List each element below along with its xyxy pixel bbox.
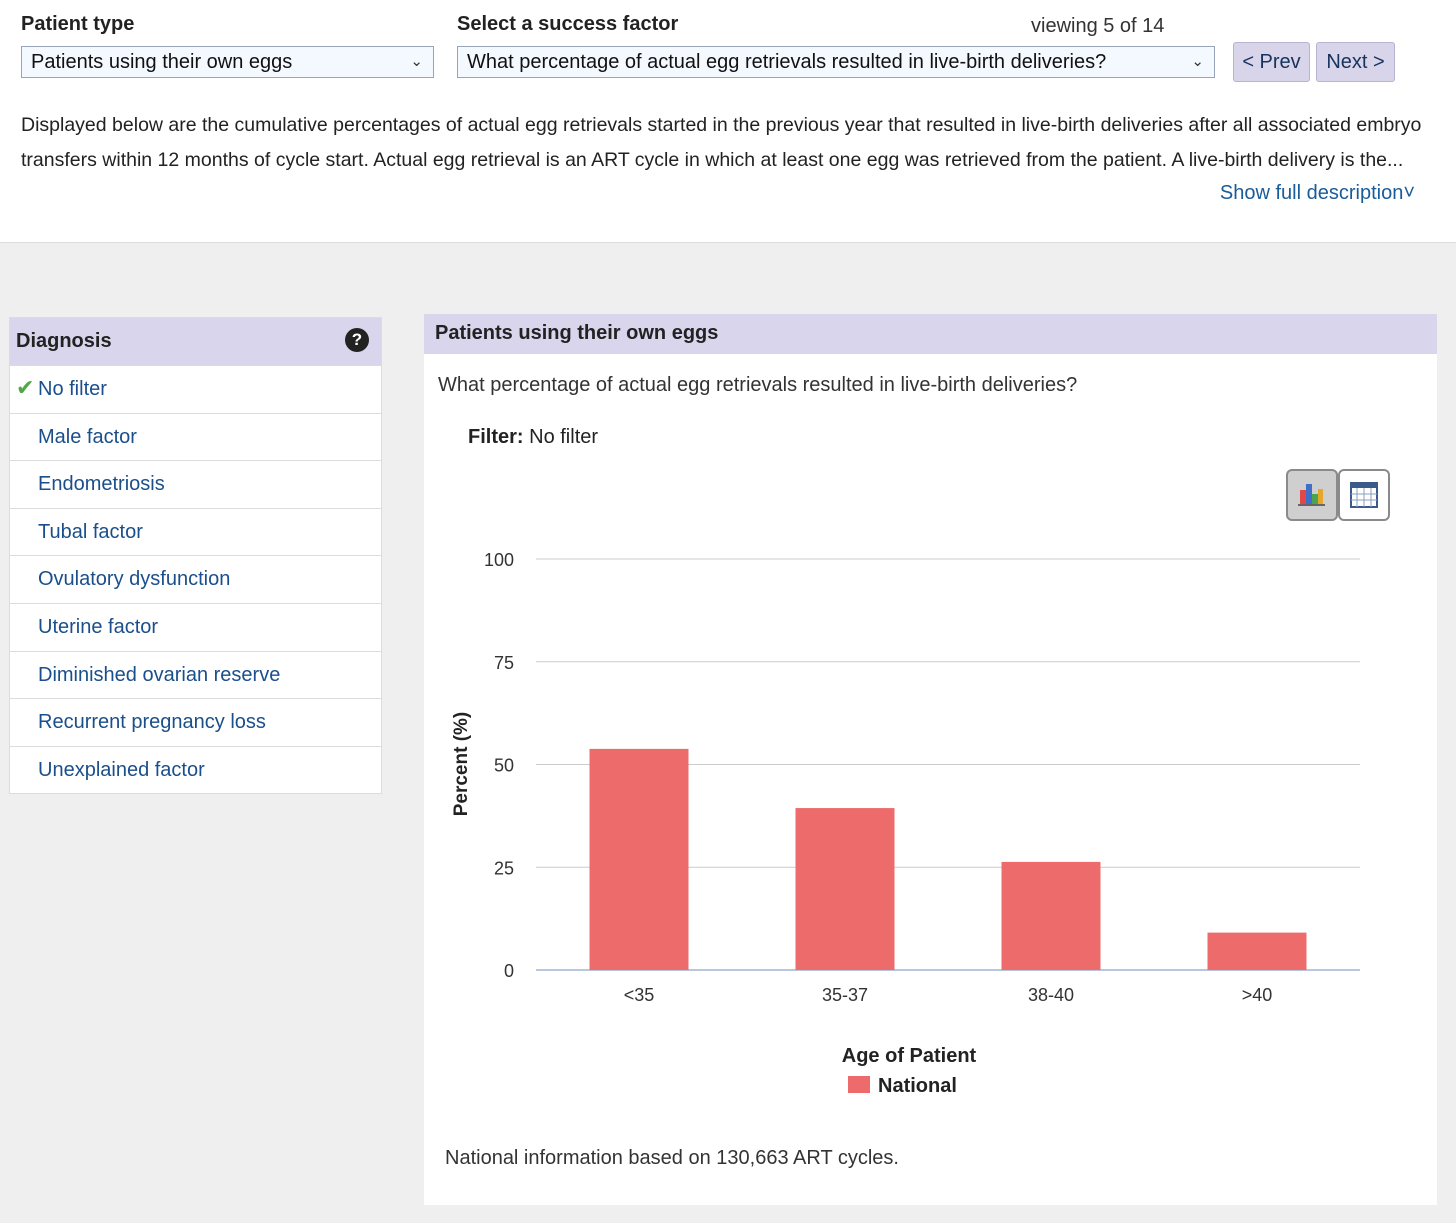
sidebar-item-uterine-factor[interactable]: Uterine factor bbox=[10, 602, 381, 651]
sidebar-item-label: Tubal factor bbox=[38, 520, 143, 543]
checkmark-icon: ✔ bbox=[16, 375, 35, 400]
sidebar-item-label: Recurrent pregnancy loss bbox=[38, 711, 266, 734]
description-line-2: transfers within 12 months of cycle star… bbox=[21, 149, 1404, 171]
sidebar-item-recurrent-pregnancy-loss[interactable]: Recurrent pregnancy loss bbox=[10, 698, 381, 746]
y-tick-label: 75 bbox=[494, 653, 514, 673]
sidebar-item-no-filter[interactable]: ✔ No filter bbox=[10, 365, 381, 413]
help-icon[interactable]: ? bbox=[345, 328, 369, 352]
description-line-1: Displayed below are the cumulative perce… bbox=[21, 114, 1422, 136]
success-factor-label: Select a success factor bbox=[457, 13, 679, 35]
chevron-down-icon: ⌄ bbox=[410, 53, 423, 70]
viewing-count: viewing 5 of 14 bbox=[1031, 15, 1165, 37]
sidebar-item-label: Diminished ovarian reserve bbox=[38, 663, 281, 686]
x-tick-label: 35-37 bbox=[822, 985, 868, 1005]
bar bbox=[795, 808, 895, 970]
prev-button[interactable]: < Prev bbox=[1233, 42, 1310, 82]
bar bbox=[589, 748, 689, 970]
sidebar-item-tubal-factor[interactable]: Tubal factor bbox=[10, 507, 381, 556]
results-panel: Patients using their own eggs What perce… bbox=[424, 314, 1437, 1205]
bar bbox=[1001, 861, 1101, 970]
sidebar-item-label: Ovulatory dysfunction bbox=[38, 568, 231, 591]
legend-label: National bbox=[878, 1075, 957, 1097]
sidebar-item-diminished-ovarian-reserve[interactable]: Diminished ovarian reserve bbox=[10, 650, 381, 699]
sidebar-item-endometriosis[interactable]: Endometriosis bbox=[10, 460, 381, 508]
legend-swatch bbox=[848, 1076, 870, 1093]
description: Displayed below are the cumulative perce… bbox=[21, 108, 1436, 178]
y-tick-label: 50 bbox=[494, 756, 514, 776]
patient-type-select[interactable]: Patients using their own eggs ⌄ bbox=[21, 46, 434, 78]
y-tick-label: 100 bbox=[484, 550, 514, 570]
patient-type-label: Patient type bbox=[21, 13, 135, 35]
x-axis-label: Age of Patient bbox=[842, 1045, 977, 1067]
diagnosis-title: Diagnosis bbox=[16, 330, 112, 352]
y-tick-label: 25 bbox=[494, 858, 514, 878]
sidebar-item-male-factor[interactable]: Male factor bbox=[10, 412, 381, 461]
sidebar-item-label: Endometriosis bbox=[38, 473, 165, 496]
sidebar-item-ovulatory-dysfunction[interactable]: Ovulatory dysfunction bbox=[10, 555, 381, 603]
x-tick-label: <35 bbox=[624, 985, 655, 1005]
sidebar-item-label: Unexplained factor bbox=[38, 758, 205, 781]
x-tick-label: 38-40 bbox=[1028, 985, 1074, 1005]
data-source-note: National information based on 130,663 AR… bbox=[445, 1147, 899, 1169]
success-factor-value: What percentage of actual egg retrievals… bbox=[467, 51, 1107, 73]
diagnosis-header: Diagnosis ? bbox=[10, 318, 381, 365]
bar bbox=[1207, 932, 1307, 970]
show-full-description-link[interactable]: Show full description˅ bbox=[1220, 182, 1415, 205]
sidebar-item-label: Uterine factor bbox=[38, 615, 159, 638]
sidebar-item-unexplained-factor[interactable]: Unexplained factor bbox=[10, 745, 381, 794]
y-tick-label: 0 bbox=[504, 961, 514, 981]
x-tick-label: >40 bbox=[1242, 985, 1273, 1005]
next-button[interactable]: Next > bbox=[1316, 42, 1395, 82]
sidebar-item-label: No filter bbox=[38, 378, 107, 400]
patient-type-value: Patients using their own eggs bbox=[31, 51, 293, 73]
y-axis-label: Percent (%) bbox=[451, 712, 472, 817]
chevron-down-icon: ⌄ bbox=[1191, 53, 1204, 70]
filter-bar: Patient type Patients using their own eg… bbox=[0, 0, 1456, 243]
success-factor-select[interactable]: What percentage of actual egg retrievals… bbox=[457, 46, 1215, 78]
sidebar-item-label: Male factor bbox=[38, 425, 137, 448]
diagnosis-sidebar: Diagnosis ? ✔ No filter Male factor Endo… bbox=[9, 317, 382, 795]
bar-chart: 0 25 50 75 100 <35 35-37 38-40 >40 Percent (%) A… bbox=[451, 550, 1360, 1097]
